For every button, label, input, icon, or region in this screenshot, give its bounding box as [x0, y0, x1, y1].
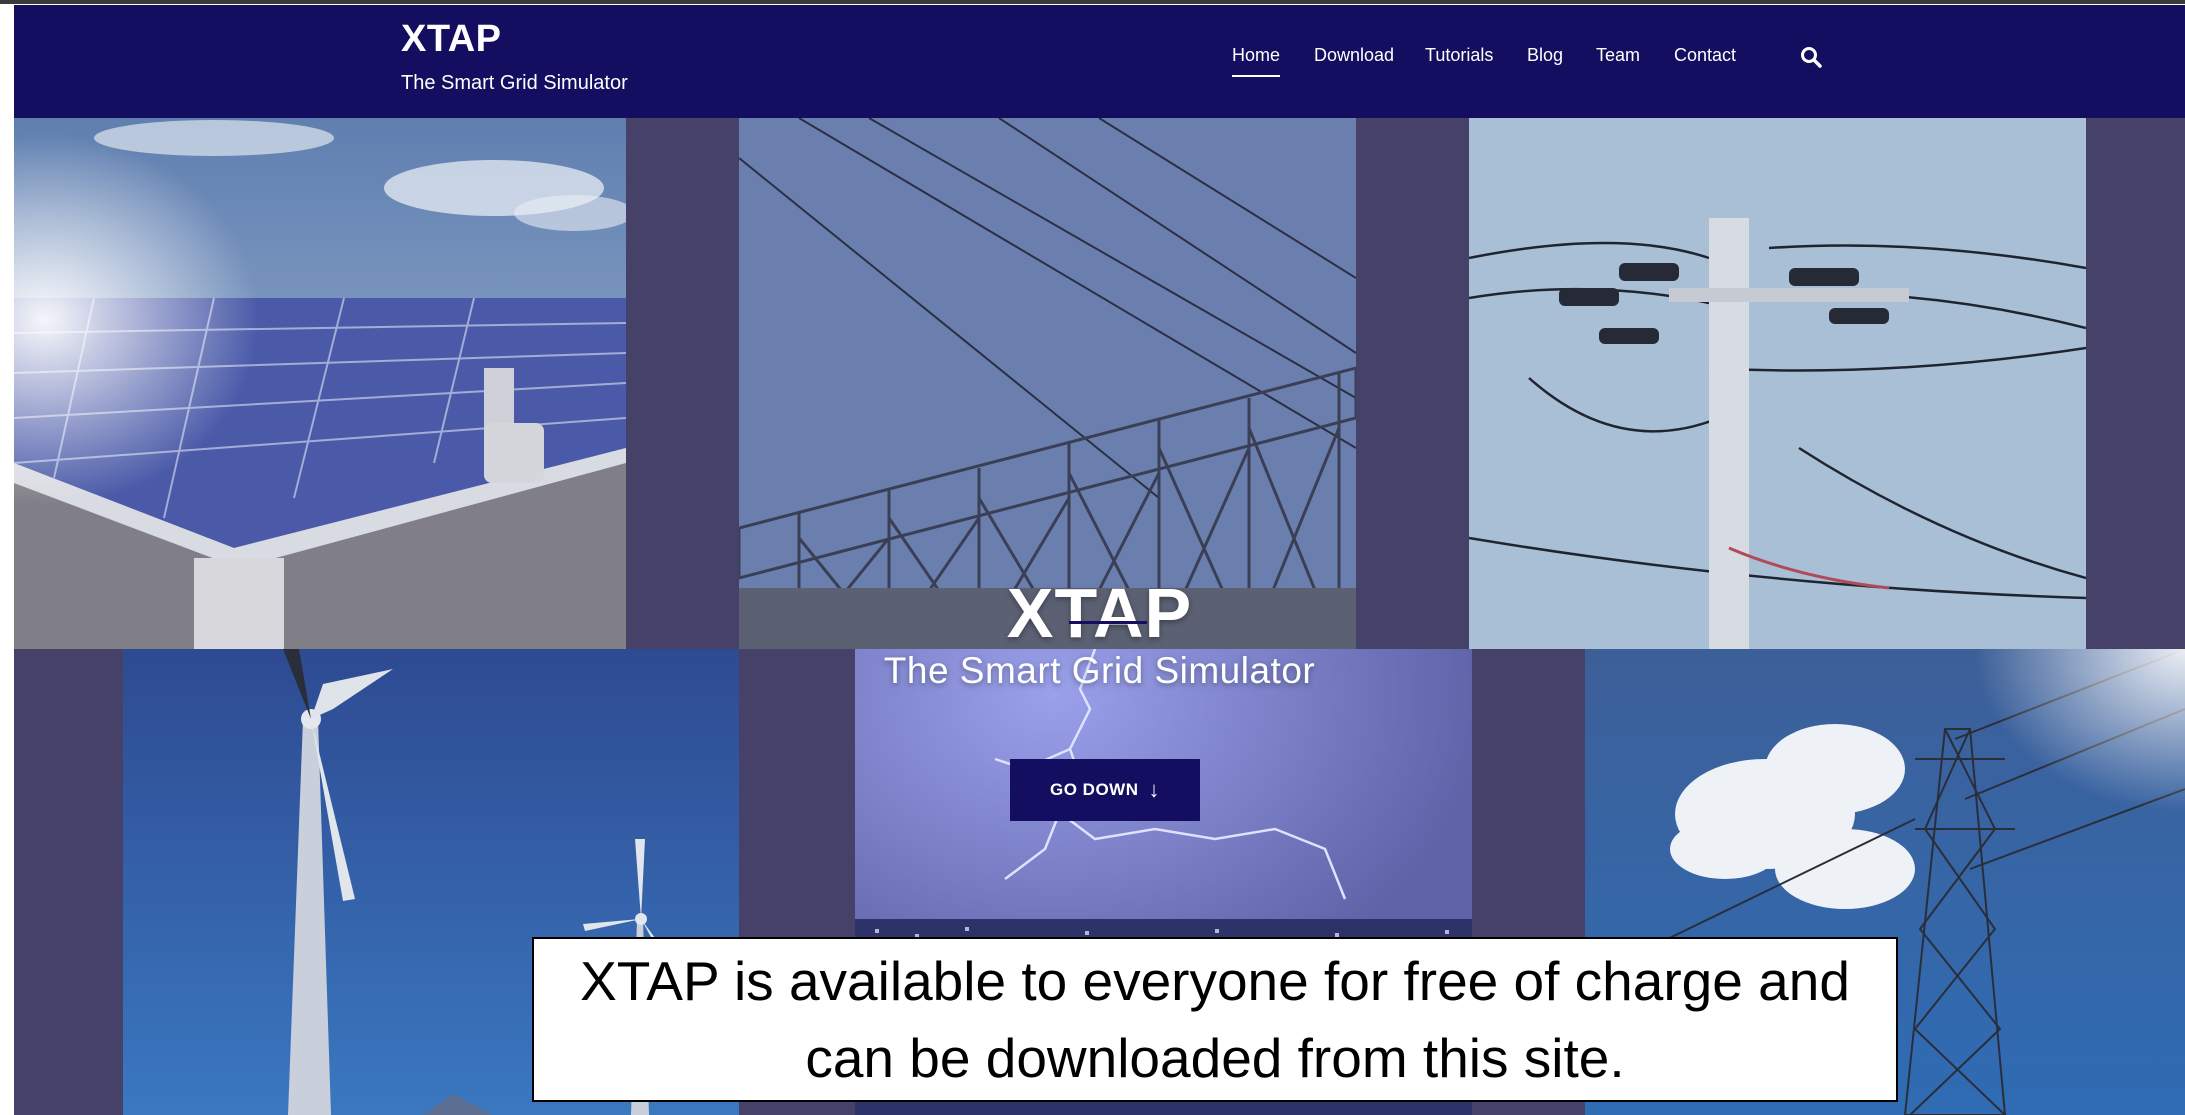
site-tagline: The Smart Grid Simulator [401, 72, 628, 94]
search-icon[interactable] [1799, 45, 1823, 69]
nav-tutorials[interactable]: Tutorials [1425, 45, 1493, 66]
hero-subtitle: The Smart Grid Simulator [883, 650, 1316, 691]
site-header: XTAP The Smart Grid Simulator Home Downl… [14, 5, 2185, 118]
window-top-border [0, 0, 2185, 4]
go-down-button[interactable]: GO DOWN ↓ [1010, 759, 1200, 821]
nav-download[interactable]: Download [1314, 45, 1394, 66]
go-down-label: GO DOWN [1050, 780, 1139, 799]
solar-panels-image [14, 118, 626, 649]
site-title[interactable]: XTAP [401, 18, 502, 61]
power-pole-image [1469, 118, 2086, 649]
nav-contact[interactable]: Contact [1674, 45, 1736, 66]
nav-team[interactable]: Team [1596, 45, 1640, 66]
window-left-margin [0, 4, 14, 1115]
caption-box: XTAP is available to everyone for free o… [532, 937, 1898, 1102]
caption-text: XTAP is available to everyone for free o… [580, 949, 1850, 1089]
nav-home[interactable]: Home [1232, 45, 1281, 77]
nav-blog[interactable]: Blog [1527, 45, 1563, 66]
hero-divider [1069, 621, 1147, 624]
hero-title: XTAP [1006, 573, 1193, 652]
arrow-down-icon: ↓ [1148, 777, 1160, 802]
substation-image [739, 118, 1356, 649]
